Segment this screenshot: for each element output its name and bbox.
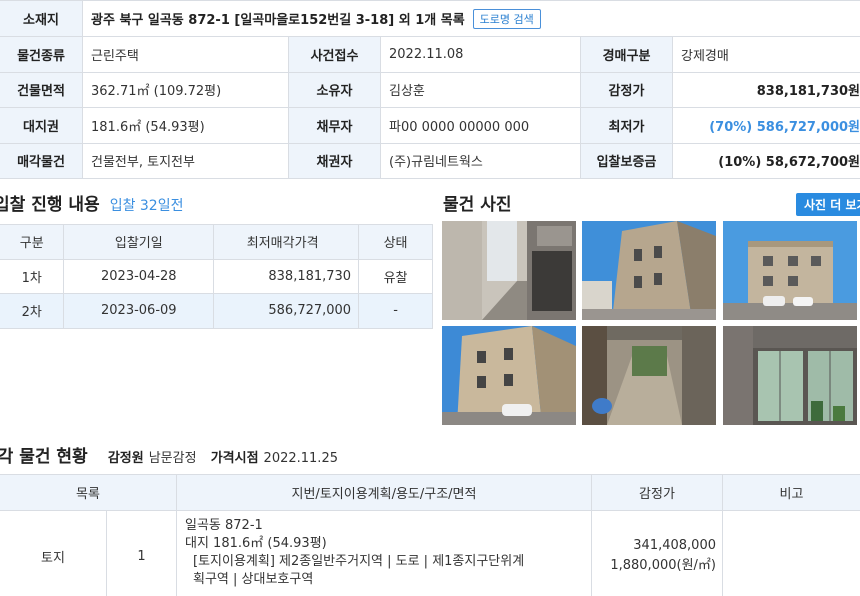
summary-value: 2022.11.08 bbox=[381, 37, 581, 72]
summary-value: 181.6㎡ (54.93평) bbox=[83, 108, 289, 143]
price-date-label: 가격시점 bbox=[210, 451, 259, 466]
bid-round: 1차 bbox=[0, 258, 65, 294]
summary-value: 강제경매 bbox=[681, 48, 729, 64]
land-area: 대지 181.6㎡ (54.93평) bbox=[185, 536, 327, 551]
bid-status: 유찰 bbox=[358, 258, 433, 294]
bid-table: 구분 입찰기일 최저매각가격 상태 1차 2023-04-28 838,181,… bbox=[0, 224, 433, 329]
item-appraisal: 341,408,000 1,880,000(원/㎡) bbox=[592, 511, 723, 596]
appraiser-value: 남문감정 bbox=[148, 451, 197, 466]
bid-status: - bbox=[358, 293, 433, 329]
summary-table: 소재지 광주 북구 일곡동 872-1 [일곡마을로152번길 3-18] 외 … bbox=[0, 0, 860, 179]
summary-label: 매각물건 bbox=[0, 143, 83, 178]
summary-value: 파00 0000 00000 000 bbox=[381, 108, 581, 143]
table-row: 토지 1 일곡동 872-1 대지 181.6㎡ (54.93평) [토지이용계… bbox=[0, 511, 860, 596]
item-description: 일곡동 872-1 대지 181.6㎡ (54.93평) [토지이용계획] 제2… bbox=[177, 511, 592, 596]
summary-row: 건물면적 362.71㎡ (109.72평) 소유자 김상훈 감정가 838,1… bbox=[0, 72, 860, 108]
summary-value: 362.71㎡ (109.72평) bbox=[83, 72, 289, 107]
bid-price: 838,181,730 bbox=[213, 258, 360, 294]
summary-label: 감정가 bbox=[581, 72, 673, 107]
item-appraisal-price: 341,408,000 bbox=[633, 538, 716, 553]
property-photo[interactable] bbox=[582, 221, 716, 320]
bid-title-text: 입찰 진행 내용 bbox=[0, 195, 100, 215]
status-table: 목록 지번/토지이용계획/용도/구조/면적 감정가 비고 토지 1 일곡동 87… bbox=[0, 474, 860, 596]
col-header: 상태 bbox=[358, 224, 433, 260]
bid-round: 2차 bbox=[0, 293, 65, 329]
summary-label: 채무자 bbox=[289, 108, 381, 143]
bid-date: 2023-06-09 bbox=[63, 293, 215, 329]
summary-row-address: 소재지 광주 북구 일곡동 872-1 [일곡마을로152번길 3-18] 외 … bbox=[0, 1, 860, 37]
summary-row: 매각물건 건물전부, 토지전부 채권자 (주)규림네트웍스 입찰보증금 (10%… bbox=[0, 143, 860, 179]
property-photo[interactable] bbox=[723, 326, 857, 425]
summary-label: 대지권 bbox=[0, 108, 83, 143]
item-number: 1 bbox=[107, 511, 177, 596]
col-header: 입찰기일 bbox=[63, 224, 215, 260]
summary-label: 사건접수 bbox=[289, 37, 381, 72]
col-header: 감정가 bbox=[592, 475, 723, 510]
summary-label: 입찰보증금 bbox=[581, 143, 673, 178]
summary-row: 대지권 181.6㎡ (54.93평) 채무자 파00 0000 00000 0… bbox=[0, 108, 860, 144]
table-row: 2차 2023-06-09 586,727,000 - bbox=[0, 293, 433, 329]
appraisal-price: 838,181,730원 bbox=[756, 84, 860, 100]
address-text: 광주 북구 일곡동 872-1 [일곡마을로152번길 3-18] 외 1개 목… bbox=[91, 13, 465, 28]
property-photo[interactable] bbox=[442, 326, 576, 425]
bid-deposit: (10%) 58,672,700원 bbox=[718, 155, 860, 171]
table-row: 1차 2023-04-28 838,181,730 유찰 bbox=[0, 258, 433, 294]
summary-value: (주)규림네트웍스 bbox=[381, 143, 581, 178]
col-header: 지번/토지이용계획/용도/구조/면적 bbox=[177, 475, 592, 510]
property-photo[interactable] bbox=[582, 326, 716, 425]
address-value: 광주 북구 일곡동 872-1 [일곡마을로152번길 3-18] 외 1개 목… bbox=[83, 1, 860, 36]
property-photo[interactable] bbox=[723, 221, 857, 320]
summary-row: 물건종류 근린주택 사건접수 2022.11.08 경매구분 강제경매 bbox=[0, 37, 860, 73]
col-header: 구분 bbox=[0, 224, 65, 260]
more-photos-button[interactable]: 사진 더 보기 bbox=[796, 193, 860, 216]
item-note bbox=[723, 511, 860, 596]
summary-value: 근린주택 bbox=[83, 37, 289, 72]
lot-number: 일곡동 872-1 bbox=[185, 518, 263, 533]
col-header: 비고 bbox=[779, 487, 804, 502]
photo-section-title: 물건 사진 bbox=[443, 195, 512, 215]
summary-value: 건물전부, 토지전부 bbox=[83, 143, 289, 178]
summary-label: 채권자 bbox=[289, 143, 381, 178]
item-type: 토지 bbox=[0, 511, 107, 596]
appraiser-label: 감정원 bbox=[107, 451, 144, 466]
summary-label: 물건종류 bbox=[0, 37, 83, 72]
status-section-header: 매각 물건 현황 감정원 남문감정 가격시점 2022.11.25 bbox=[0, 442, 338, 467]
price-date-value: 2022.11.25 bbox=[263, 451, 338, 466]
summary-label: 소유자 bbox=[289, 72, 381, 107]
status-section-title: 매각 물건 현황 bbox=[0, 447, 88, 467]
summary-label: 경매구분 bbox=[581, 37, 673, 72]
bid-dday: 입찰 32일전 bbox=[109, 198, 184, 214]
road-search-button[interactable]: 도로명 검색 bbox=[472, 8, 541, 29]
col-header: 최저매각가격 bbox=[213, 224, 360, 260]
minimum-price: (70%) 586,727,000원 bbox=[709, 119, 860, 135]
land-use-plan: [토지이용계획] 제2종일반주거지역 | 도로 | 제1종지구단위계 bbox=[193, 554, 525, 569]
summary-label: 건물면적 bbox=[0, 72, 83, 107]
bid-table-header: 구분 입찰기일 최저매각가격 상태 bbox=[0, 224, 433, 260]
summary-value: 김상훈 bbox=[381, 72, 581, 107]
item-unit-price: 1,880,000(원/㎡) bbox=[610, 558, 716, 573]
bid-date: 2023-04-28 bbox=[63, 258, 215, 294]
address-label: 소재지 bbox=[0, 1, 83, 36]
land-use-plan-cont: 획구역 | 상대보호구역 bbox=[193, 572, 314, 587]
property-photo[interactable] bbox=[442, 221, 576, 320]
bid-price: 586,727,000 bbox=[213, 293, 360, 329]
summary-label: 최저가 bbox=[581, 108, 673, 143]
col-header: 목록 bbox=[0, 475, 177, 510]
bid-section-title: 입찰 진행 내용 입찰 32일전 bbox=[0, 190, 183, 215]
status-table-header: 목록 지번/토지이용계획/용도/구조/면적 감정가 비고 bbox=[0, 475, 860, 511]
